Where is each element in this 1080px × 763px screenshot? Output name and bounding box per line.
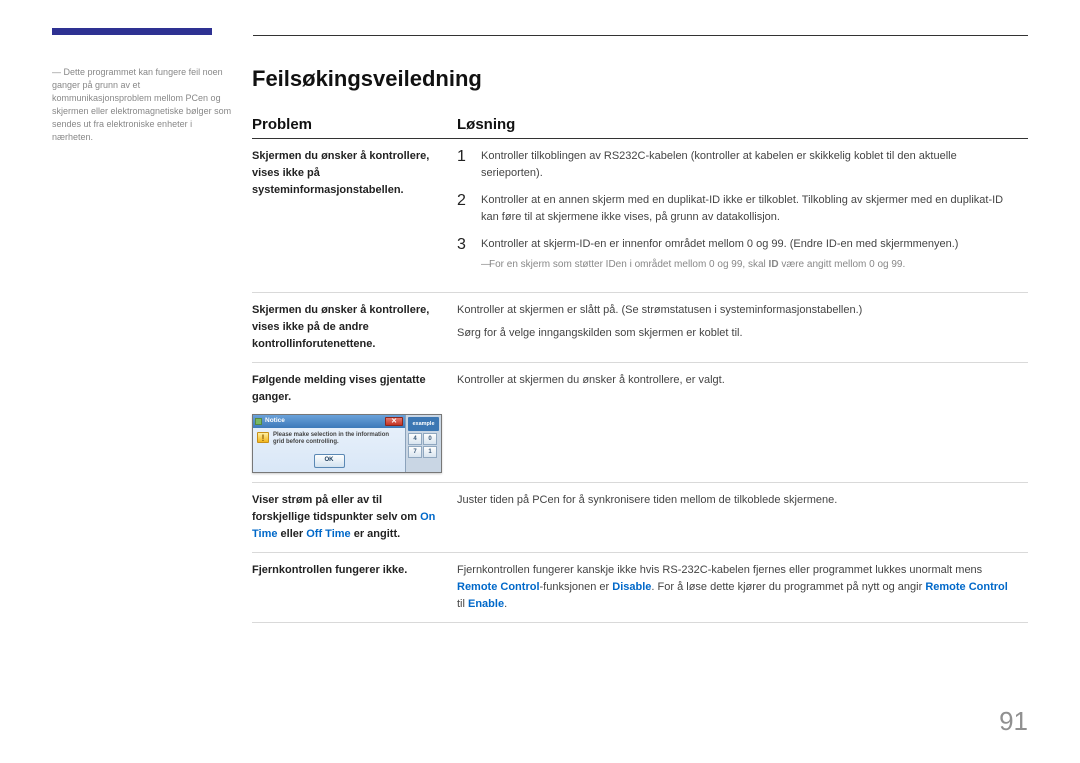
main-content: Feilsøkingsveiledning Problem Løsning Sk…: [252, 66, 1028, 623]
table-row: Fjernkontrollen fungerer ikke. Fjernkont…: [252, 552, 1028, 622]
header-solution: Løsning: [457, 116, 1028, 139]
problem-cell: Skjermen du ønsker å kontrollere, vises …: [252, 139, 457, 293]
dialog-message: Please make selection in the information…: [273, 432, 401, 446]
solution-cell: Kontroller tilkoblingen av RS232C-kabele…: [457, 139, 1028, 293]
page-number: 91: [999, 706, 1028, 737]
problem-cell: Viser strøm på eller av til forskjellige…: [252, 482, 457, 552]
grid-cell: 0: [423, 433, 437, 445]
table-row: Skjermen du ønsker å kontrollere, vises …: [252, 139, 1028, 293]
accent-bar: [52, 28, 212, 35]
dialog-titlebar: Notice ✕: [253, 415, 405, 428]
list-item: Kontroller tilkoblingen av RS232C-kabele…: [457, 148, 1018, 182]
header-problem: Problem: [252, 116, 457, 139]
dialog-side-panel: example 4 0 7 1: [405, 415, 441, 472]
solution-cell: Juster tiden på PCen for å synkronisere …: [457, 482, 1028, 552]
problem-cell: Skjermen du ønsker å kontrollere, vises …: [252, 292, 457, 362]
list-item: Kontroller at skjerm-ID-en er innenfor o…: [457, 236, 1018, 273]
ok-button: OK: [314, 454, 345, 467]
sidebar-note-text: Dette programmet kan fungere feil noen g…: [52, 67, 231, 142]
sidebar-note: ― Dette programmet kan fungere feil noen…: [52, 66, 252, 623]
troubleshooting-table: Problem Løsning Skjermen du ønsker å kon…: [252, 116, 1028, 623]
page-title: Feilsøkingsveiledning: [252, 66, 1028, 92]
table-row: Skjermen du ønsker å kontrollere, vises …: [252, 292, 1028, 362]
dialog-app-icon: [255, 418, 262, 425]
footnote: ― For en skjerm som støtter IDen i områd…: [481, 257, 1018, 273]
grid-cell: 7: [408, 446, 422, 458]
grid-cell: 4: [408, 433, 422, 445]
solution-cell: Fjernkontrollen fungerer kanskje ikke hv…: [457, 552, 1028, 622]
dialog-title: Notice: [265, 416, 285, 426]
warning-icon: [257, 432, 269, 443]
table-row: Viser strøm på eller av til forskjellige…: [252, 482, 1028, 552]
header-rule: [253, 35, 1028, 36]
close-icon: ✕: [385, 417, 403, 426]
list-item: Kontroller at en annen skjerm med en dup…: [457, 192, 1018, 226]
table-row: Følgende melding vises gjentatte ganger.…: [252, 362, 1028, 482]
problem-cell: Fjernkontrollen fungerer ikke.: [252, 552, 457, 622]
dialog-screenshot: Notice ✕ Please make selection in the in…: [252, 414, 442, 473]
example-chip: example: [408, 417, 439, 432]
problem-cell: Følgende melding vises gjentatte ganger.…: [252, 362, 457, 482]
solution-cell: Kontroller at skjermen er slått på. (Se …: [457, 292, 1028, 362]
grid-cell: 1: [423, 446, 437, 458]
solution-list: Kontroller tilkoblingen av RS232C-kabele…: [457, 148, 1018, 273]
solution-cell: Kontroller at skjermen du ønsker å kontr…: [457, 362, 1028, 482]
